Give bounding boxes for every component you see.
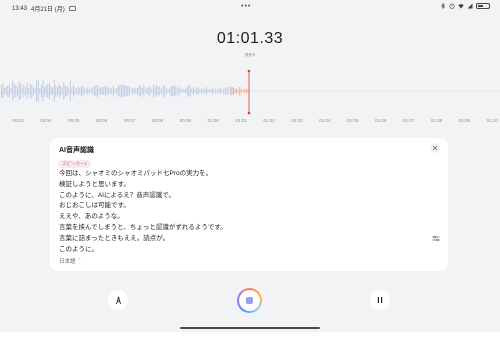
transcript-line: このように。 [59,245,98,253]
status-left: 13:43 4月21日 (月) [12,4,76,13]
close-button[interactable] [430,143,440,153]
flag-icon [115,296,121,304]
multitask-dots[interactable]: ••• [241,3,251,10]
pause-button[interactable] [370,290,390,310]
notification-icon [68,6,76,11]
battery-icon [476,3,490,9]
transcript-line: ええや、あのような。 [59,213,124,221]
timeline-tick: 01:04 [319,118,331,123]
timeline-tick: 00:08 [151,118,164,123]
waveform[interactable] [0,66,500,116]
card-title: AI音声認識 [59,147,94,154]
transcript-line: このように、AIによるえ？音声認識で。 [59,191,175,199]
playhead-bottom [247,111,251,115]
language-selector[interactable]: 日本語 ⌃ [59,257,82,265]
flag-button[interactable] [108,290,128,310]
transcript-text: 今回は、シャオミのシャオミパッド七Proの実力を。 検証しようと思います。 この… [59,169,419,255]
status-date: 4月21日 (月) [31,7,65,13]
timeline-tick: 00:03 [12,118,24,123]
language-label: 日本語 [59,259,76,265]
timeline-tick: 01:08 [430,118,443,123]
elapsed-time: 01:01.33 [216,30,284,47]
timeline-tick: 01:07 [402,118,415,123]
status-time: 13:43 [12,5,28,12]
timeline-tick: 01:01 [235,118,247,123]
status-bar: 13:43 4月21日 (月) ••• [0,0,500,14]
stop-recording-button[interactable] [237,288,262,313]
recorder-screen: 13:43 4月21日 (月) ••• 01:01.33 録音中 00:03 00… [0,0,500,345]
timeline-tick: 01:05 [347,118,359,123]
timeline-tick: 00:09 [179,118,192,123]
battery-fill [478,5,483,7]
timeline-tick: 01:00 [207,118,219,123]
wifi-icon [458,4,464,9]
timeline-tick: 00:04 [40,118,52,123]
transcript-line: おじおこしは可能です。 [59,202,130,210]
status-right [440,3,490,9]
bluetooth-icon [441,3,445,9]
timeline-tick: 01:06 [375,118,387,123]
timeline-tick: 01:10 [486,118,498,123]
alarm-icon [449,3,455,9]
device-bezel [0,332,500,345]
signal-icon [467,3,473,9]
transcript-line: 検証しようと思います。 [59,180,130,188]
sliders-icon [432,235,440,241]
timeline-tick: 01:02 [263,118,275,123]
close-icon [432,145,438,151]
transcript-line: 今回は、シャオミのシャオミパッド七Proの実力を。 [59,170,213,177]
timeline-ticks: 00:03 00:04 00:05 00:06 00:07 00:08 00:09 01:00… [0,118,500,126]
transcript-line: 言葉に詰まったときもええ。読点が。 [59,234,170,242]
chevron-icon: ⌃ [77,258,82,264]
transcript-line: 言葉を挟んでしまうと、ちょっと認識がずれるようです。 [59,223,227,231]
recording-status: 録音中 [244,53,256,57]
pause-icon [377,297,383,303]
transcript-settings-button[interactable] [431,233,441,243]
timeline-tick: 00:07 [123,118,136,123]
speaker-tag[interactable]: スピーカー1 [58,160,92,168]
timeline-tick: 00:05 [68,118,80,123]
playhead-top [247,69,251,73]
timeline-tick: 00:06 [96,118,108,123]
timeline-tick: 01:09 [458,118,471,123]
stop-inner [239,290,260,311]
timeline-tick: 01:03 [291,118,303,123]
stop-icon [246,297,253,304]
transcript-card: AI音声認識 スピーカー1 今回は、シャオミのシャオミパッド七Proの実力を。 … [50,138,448,271]
home-indicator[interactable] [180,327,320,329]
